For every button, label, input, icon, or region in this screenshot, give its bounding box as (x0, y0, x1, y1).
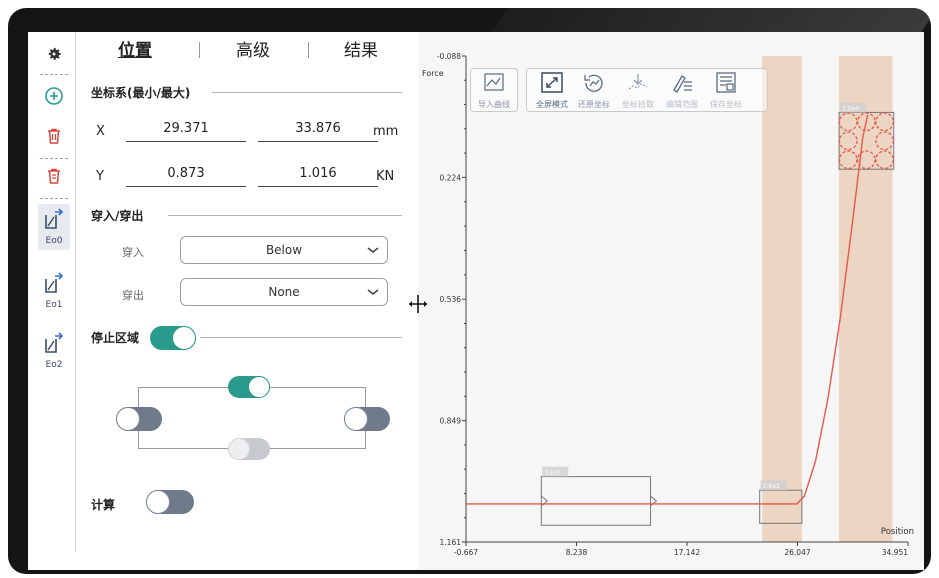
add-circle-icon[interactable] (38, 80, 70, 112)
pick-coords-button[interactable]: 坐标拾取 (618, 72, 658, 112)
envelope-box-label-0: 1:Eo1 (544, 470, 561, 477)
restore-coords-button[interactable]: 还原坐标 (574, 72, 614, 112)
envelope-box-0 (540, 476, 651, 526)
resize-cursor-icon[interactable] (406, 292, 430, 316)
highlight-band-1 (839, 56, 893, 542)
x-tick-label: -0.667 (454, 548, 478, 557)
y-tick-label: -0.088 (437, 52, 461, 61)
x-axis-label: Position (881, 527, 914, 537)
entry-select[interactable]: Below (180, 236, 388, 264)
section-rule (168, 215, 402, 216)
toolbar-divider (40, 74, 68, 75)
eo0-label: Eo0 (45, 236, 63, 246)
edit-range-icon (673, 75, 692, 93)
side-toolbar: Eo0 Eo1 Eo2 (36, 36, 72, 556)
import-curve-button[interactable]: 导入曲线 (474, 72, 514, 112)
stop-zone-left-toggle[interactable] (116, 407, 162, 431)
fullscreen-label: 全屏模式 (536, 100, 568, 109)
toolbar-divider (40, 158, 68, 159)
x-tick-label: 34.951 (882, 548, 908, 557)
x-unit: mm (373, 124, 399, 139)
section-rule (200, 337, 402, 338)
eo1-label: Eo1 (45, 300, 63, 310)
calc-label: 计算 (91, 498, 116, 512)
save-coords-button[interactable]: 保存坐标 (706, 72, 746, 112)
tab-position[interactable]: 位置 (118, 36, 152, 61)
import-curve-icon (484, 73, 504, 91)
fullscreen-icon (541, 72, 563, 93)
gear-icon[interactable] (38, 38, 70, 70)
force-curve-line (466, 114, 869, 505)
stop-zone-label: 停止区域 (91, 331, 140, 345)
x-min-field[interactable]: 29.371 (126, 120, 246, 142)
envelope-box-label-2: 1:Eo0 (842, 105, 859, 112)
toolbar-divider (40, 198, 68, 199)
envelope-box-label-1: 1:Eo2 (763, 483, 780, 490)
device-frame: Eo0 Eo1 Eo2 位置 高级 结果 坐标系(最小/最大) X 29.371… (8, 8, 931, 574)
plot-area[interactable]: 1.161 0.849 0.536 0.224 -0.088 -0.667 8.238 17.… (409, 32, 924, 570)
pass-section-title: 穿入/穿出 (91, 209, 144, 223)
stop-zone-bottom-toggle[interactable] (228, 438, 270, 460)
fullscreen-button[interactable]: 全屏模式 (532, 72, 572, 112)
delete-icon[interactable] (38, 120, 70, 152)
pick-coords-icon (628, 74, 648, 90)
y-unit: KN (376, 169, 395, 184)
x-label: X (96, 124, 105, 139)
x-tick-label: 8.238 (566, 548, 588, 557)
tab-results[interactable]: 结果 (344, 36, 378, 61)
edit-range-button[interactable]: 编辑范围 (662, 72, 702, 112)
calc-toggle[interactable] (146, 490, 194, 514)
y-max-field[interactable]: 1.016 (258, 165, 378, 187)
import-curve-label: 导入曲线 (478, 100, 510, 109)
highlight-band-0 (762, 56, 802, 542)
pick-coords-label: 坐标拾取 (622, 100, 654, 109)
y-label: Y (96, 169, 104, 184)
panel-divider (75, 32, 76, 552)
y-min-field[interactable]: 0.873 (126, 165, 246, 187)
exit-select[interactable]: None (180, 278, 388, 306)
chevron-down-icon (367, 289, 379, 296)
tab-divider (199, 42, 200, 58)
chart-toolbar: 导入曲线 全屏模式 还原坐标 坐标拾取 编辑范围 保存坐标 (470, 68, 772, 120)
eo2-label: Eo2 (45, 360, 63, 370)
stop-zone-top-toggle[interactable] (228, 376, 270, 398)
settings-panel: Eo0 Eo1 Eo2 位置 高级 结果 坐标系(最小/最大) X 29.371… (28, 32, 418, 570)
restore-coords-icon (584, 74, 603, 92)
stop-zone-right-toggle[interactable] (344, 407, 390, 431)
x-max-field[interactable]: 33.876 (258, 120, 378, 142)
edit-range-label: 编辑范围 (666, 100, 698, 109)
x-tick-label: 17.142 (674, 548, 700, 557)
tab-advanced[interactable]: 高级 (236, 36, 270, 61)
entry-label: 穿入 (122, 246, 144, 259)
y-tick-label: 0.536 (440, 295, 462, 304)
tab-divider (308, 42, 309, 58)
section-rule (212, 92, 402, 93)
tab-bar: 位置 高级 结果 (88, 36, 408, 66)
y-axis-label: Force (422, 69, 444, 78)
y-tick-label: 0.849 (440, 417, 462, 426)
stop-zone-toggle[interactable] (150, 326, 196, 350)
y-tick-label: 1.161 (440, 538, 462, 547)
save-coords-label: 保存坐标 (710, 100, 742, 109)
entry-value: Below (265, 243, 303, 257)
exit-label: 穿出 (122, 289, 144, 302)
save-coords-icon (716, 72, 736, 93)
restore-coords-label: 还原坐标 (578, 100, 610, 109)
coords-section-title: 坐标系(最小/最大) (91, 86, 191, 100)
y-tick-label: 0.224 (440, 173, 462, 182)
app-screen: Eo0 Eo1 Eo2 位置 高级 结果 坐标系(最小/最大) X 29.371… (28, 32, 924, 570)
exit-value: None (268, 285, 300, 299)
x-tick-label: 26.047 (784, 548, 810, 557)
delete-all-icon[interactable] (38, 160, 70, 192)
chevron-down-icon (367, 247, 379, 254)
